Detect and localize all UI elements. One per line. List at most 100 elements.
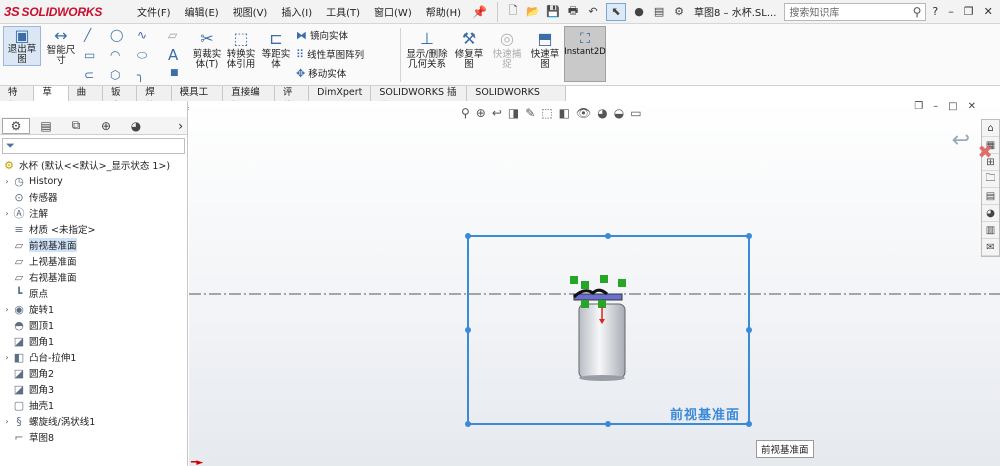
menu-insert[interactable]: 插入(I) bbox=[274, 4, 319, 19]
arc-icon[interactable]: ◠ bbox=[110, 48, 120, 62]
save-icon[interactable]: 💾 bbox=[546, 5, 560, 19]
rebuild-icon[interactable]: ● bbox=[632, 5, 646, 19]
tab-direct-editing[interactable]: 直接编辑 bbox=[223, 86, 275, 112]
spline-icon[interactable]: ∿ bbox=[137, 28, 147, 42]
tree-item-dome1[interactable]: ◓ 圆顶1 bbox=[2, 317, 187, 333]
smart-dimension-button[interactable]: ↔ 智能尺寸 bbox=[43, 26, 79, 66]
minimize-icon[interactable]: – bbox=[948, 5, 954, 18]
file-properties-icon[interactable]: ▤ bbox=[652, 5, 666, 19]
property-manager-tab-icon[interactable]: ▤ bbox=[32, 118, 60, 134]
tree-item-helix1[interactable]: › § 螺旋线/涡状线1 bbox=[2, 413, 187, 429]
tree-item-label: 前视基准面 bbox=[29, 238, 77, 252]
search-icon[interactable]: ⚲ bbox=[913, 5, 922, 19]
rapid-sketch-button[interactable]: ⬒ 快速草图 bbox=[528, 28, 562, 70]
tab-addins[interactable]: SOLIDWORKS 插件 bbox=[371, 86, 468, 112]
sketch-icon: ⌐ bbox=[14, 430, 24, 444]
menu-view[interactable]: 视图(V) bbox=[226, 4, 275, 19]
help-icon[interactable]: ? bbox=[932, 5, 938, 18]
polygon-icon[interactable]: ⬡ bbox=[110, 68, 120, 82]
tree-item-front-plane[interactable]: ▱ 前视基准面 bbox=[2, 237, 187, 253]
graphics-area[interactable]: ⚲ ⊕ ↩ ◨ ✎ ⬚ ◧ 👁 ◕ ◒ ▭ ❐ – □ ✕ ⌂ ▦ ⊞ 🗀 ▤ … bbox=[189, 101, 1000, 466]
menu-tools[interactable]: 工具(T) bbox=[319, 4, 367, 19]
options-icon[interactable]: ⚙ bbox=[672, 5, 686, 19]
expand-arrow-icon[interactable]: › bbox=[2, 305, 12, 314]
plane-tooltip: 前视基准面 bbox=[756, 440, 814, 458]
tab-surfaces[interactable]: 曲面 bbox=[68, 86, 103, 112]
instant2d-button[interactable]: ⛶ Instant2D bbox=[564, 26, 606, 82]
tree-item-sensors[interactable]: ⊙ 传感器 bbox=[2, 189, 187, 205]
tree-item-fillet2[interactable]: ◪ 圆角2 bbox=[2, 365, 187, 381]
pin-icon[interactable]: 📌 bbox=[472, 5, 487, 19]
print-icon[interactable]: 🖶 bbox=[566, 4, 580, 19]
plane-sketch-icon[interactable]: ▱ bbox=[168, 28, 177, 42]
tab-weldments[interactable]: 焊件 bbox=[137, 86, 172, 112]
tree-item-sketch8[interactable]: ⌐ 草图8 bbox=[2, 429, 187, 445]
tree-root[interactable]: ⚙ 水杯 (默认<<默认>_显示状态 1>) bbox=[2, 157, 187, 173]
line-icon[interactable]: ╱ bbox=[84, 28, 91, 42]
expand-arrow-icon[interactable]: › bbox=[2, 177, 12, 186]
select-icon[interactable]: ⬉ bbox=[606, 2, 627, 21]
tab-mbd[interactable]: SOLIDWORKS MBD bbox=[467, 86, 566, 112]
chevron-right-icon[interactable]: › bbox=[178, 119, 183, 133]
tree-item-revolve1[interactable]: › ◉ 旋转1 bbox=[2, 301, 187, 317]
text-icon[interactable]: A bbox=[168, 46, 178, 64]
convert-entities-button[interactable]: ⬚ 转换实体引用 bbox=[224, 28, 258, 70]
restore-icon[interactable]: ❐ bbox=[964, 5, 974, 18]
tree-item-fillet1[interactable]: ◪ 圆角1 bbox=[2, 333, 187, 349]
slot-icon[interactable]: ⊂ bbox=[84, 68, 94, 82]
expand-arrow-icon[interactable]: › bbox=[2, 417, 12, 426]
tree-item-boss-extrude1[interactable]: › ◧ 凸台-拉伸1 bbox=[2, 349, 187, 365]
solidworks-logo[interactable]: 3S SOLIDWORKS bbox=[0, 4, 130, 19]
tab-dimxpert[interactable]: DimXpert bbox=[309, 86, 372, 101]
tree-item-right-plane[interactable]: ▱ 右视基准面 bbox=[2, 269, 187, 285]
menu-edit[interactable]: 编辑(E) bbox=[178, 4, 226, 19]
rectangle-icon[interactable]: ▭ bbox=[84, 48, 95, 62]
configuration-manager-tab-icon[interactable]: ⧉ bbox=[62, 118, 90, 134]
display-delete-relations-button[interactable]: ⊥ 显示/删除几何关系 bbox=[404, 28, 450, 70]
undo-icon[interactable]: ↶ bbox=[586, 5, 600, 19]
dimxpert-manager-tab-icon[interactable]: ⊕ bbox=[92, 118, 120, 134]
model-canvas[interactable] bbox=[189, 101, 1000, 466]
tree-item-label: 凸台-拉伸1 bbox=[29, 353, 77, 364]
move-entities-button[interactable]: ✥ 移动实体 bbox=[296, 66, 346, 81]
open-icon[interactable]: 📂 bbox=[526, 5, 540, 19]
tab-evaluate[interactable]: 评估 bbox=[274, 86, 310, 112]
repair-sketch-button[interactable]: ⚒ 修复草图 bbox=[452, 28, 486, 70]
tree-item-annotations[interactable]: › Ⓐ 注解 bbox=[2, 205, 187, 221]
mirror-entities-button[interactable]: ⧓ 镜向实体 bbox=[296, 28, 348, 43]
display-manager-tab-icon[interactable]: ◕ bbox=[122, 118, 150, 134]
offset-entities-button[interactable]: ⊏ 等距实体 bbox=[260, 28, 292, 70]
tree-item-origin[interactable]: ┗ 原点 bbox=[2, 285, 187, 301]
front-plane-label: 前视基准面 bbox=[670, 408, 741, 423]
feature-manager-tab-icon[interactable]: ⚙ bbox=[2, 117, 30, 134]
exit-sketch-icon: ▣ bbox=[14, 26, 30, 45]
menu-file[interactable]: 文件(F) bbox=[130, 4, 178, 19]
point-icon[interactable]: ■ bbox=[170, 68, 179, 78]
search-knowledge-base[interactable]: 搜索知识库 ⚲ bbox=[784, 2, 927, 21]
expand-arrow-icon[interactable]: › bbox=[2, 209, 12, 218]
tab-sketch[interactable]: 草图 bbox=[34, 86, 69, 112]
convert-icon: ⬚ bbox=[233, 29, 249, 48]
menu-window[interactable]: 窗口(W) bbox=[367, 4, 419, 19]
circle-icon[interactable]: ◯ bbox=[110, 28, 123, 42]
fillet-sketch-icon[interactable]: ╮ bbox=[137, 68, 144, 82]
tree-item-history[interactable]: › ◷ History bbox=[2, 173, 187, 189]
menu-help[interactable]: 帮助(H) bbox=[419, 4, 468, 19]
tab-mold-tools[interactable]: 模具工具 bbox=[171, 86, 224, 112]
linear-pattern-button[interactable]: ⠿ 线性草图阵列 bbox=[296, 47, 364, 62]
tree-item-fillet3[interactable]: ◪ 圆角3 bbox=[2, 381, 187, 397]
close-icon[interactable]: ✕ bbox=[984, 5, 993, 18]
tree-item-shell1[interactable]: ▢ 抽壳1 bbox=[2, 397, 187, 413]
ellipse-icon[interactable]: ⬭ bbox=[137, 48, 147, 63]
new-icon[interactable]: 🗋 bbox=[506, 4, 520, 19]
expand-arrow-icon[interactable]: › bbox=[2, 353, 12, 362]
tree-item-top-plane[interactable]: ▱ 上视基准面 bbox=[2, 253, 187, 269]
quick-snaps-button[interactable]: ◎ 快速捕捉 bbox=[490, 28, 524, 70]
tab-sheet-metal[interactable]: 钣金 bbox=[102, 86, 138, 112]
exit-sketch-button[interactable]: ▣ 退出草图 bbox=[3, 26, 41, 66]
tree-filter[interactable]: ⏷ bbox=[2, 138, 185, 154]
trim-entities-button[interactable]: ✂ 剪裁实体(T) bbox=[190, 28, 224, 70]
tab-features[interactable]: 特征 bbox=[0, 86, 35, 112]
shell-icon: ▢ bbox=[13, 398, 25, 412]
tree-item-material[interactable]: ≡ 材质 <未指定> bbox=[2, 221, 187, 237]
